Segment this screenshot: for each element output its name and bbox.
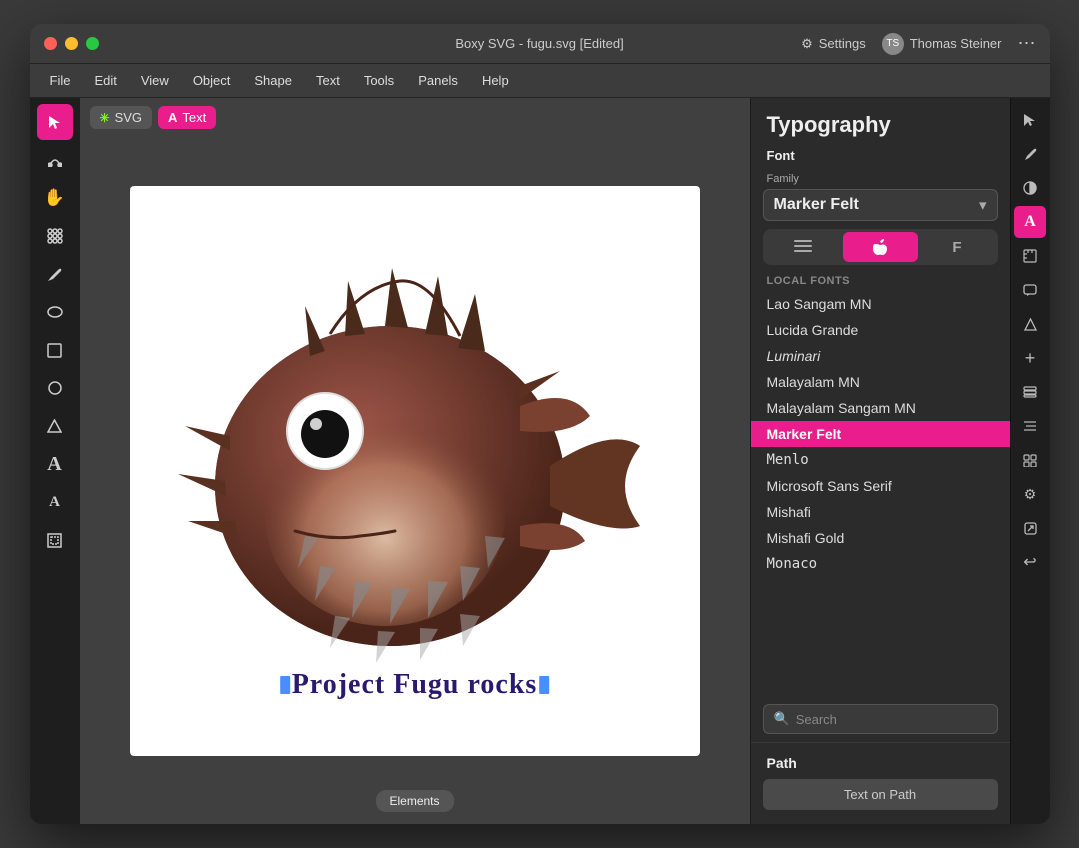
font-list: LOCAL FONTS Lao Sangam MN Lucida Grande … [751, 271, 1010, 698]
font-tab-google[interactable]: F [920, 232, 995, 262]
font-section-title: Font [751, 144, 1010, 169]
menu-edit[interactable]: Edit [84, 69, 126, 92]
select-tool[interactable] [37, 104, 73, 140]
traffic-lights [44, 37, 99, 50]
gear-right-icon[interactable]: ⚙ [1014, 478, 1046, 510]
menu-file[interactable]: File [40, 69, 81, 92]
font-tab-list[interactable] [766, 232, 841, 262]
family-label: Family [751, 169, 1010, 189]
local-fonts-label: LOCAL FONTS [751, 271, 1010, 291]
menu-panels[interactable]: Panels [408, 69, 468, 92]
text-tool[interactable]: A [37, 446, 73, 482]
font-source-tabs: F [763, 229, 998, 265]
plus-right-icon[interactable]: + [1014, 342, 1046, 374]
settings-icon: ⚙ [801, 36, 813, 52]
text-on-path-button[interactable]: Text on Path [763, 779, 998, 810]
left-text-handle[interactable] [280, 676, 290, 694]
right-text-handle[interactable] [539, 676, 549, 694]
drawing-canvas[interactable]: Project Fugu rocks [130, 186, 700, 756]
right-icon-toolbar: A + ⚙ ↩ [1010, 98, 1050, 824]
menu-view[interactable]: View [131, 69, 179, 92]
tab-text[interactable]: A Text [158, 106, 216, 129]
text-small-tool[interactable]: A [37, 484, 73, 520]
main-content: ✋ A A [30, 98, 1050, 824]
pen-right-icon[interactable] [1014, 138, 1046, 170]
font-item-2[interactable]: Luminari [751, 343, 1010, 369]
app-window: Boxy SVG - fugu.svg [Edited] ⚙ Settings … [30, 24, 1050, 824]
pen-tool[interactable] [37, 256, 73, 292]
export-right-icon[interactable] [1014, 512, 1046, 544]
minimize-button[interactable] [65, 37, 78, 50]
close-button[interactable] [44, 37, 57, 50]
path-section-title: Path [751, 753, 1010, 779]
library-right-icon[interactable] [1014, 444, 1046, 476]
canvas-text[interactable]: Project Fugu rocks [290, 669, 540, 701]
font-item-3[interactable]: Malayalam MN [751, 369, 1010, 395]
canvas-area[interactable]: ✳ SVG A Text [80, 98, 750, 824]
align-right-icon[interactable] [1014, 410, 1046, 442]
font-family-dropdown[interactable]: Marker Felt ▾ [763, 189, 998, 221]
window-title: Boxy SVG - fugu.svg [Edited] [455, 36, 623, 51]
node-tool[interactable] [37, 142, 73, 178]
dropdown-chevron-icon: ▾ [979, 196, 987, 214]
search-input[interactable] [796, 712, 987, 727]
font-search-box[interactable]: 🔍 [763, 704, 998, 734]
menu-object[interactable]: Object [183, 69, 241, 92]
text-tab-icon: A [168, 110, 177, 125]
menu-bar: File Edit View Object Shape Text Tools P… [30, 64, 1050, 98]
bottom-bar: Elements [375, 790, 453, 812]
more-options-button[interactable]: ⋯ [1018, 33, 1036, 54]
user-button[interactable]: TS Thomas Steiner [882, 33, 1002, 55]
font-tab-apple[interactable] [843, 232, 918, 262]
search-icon: 🔍 [774, 711, 790, 727]
font-item-0[interactable]: Lao Sangam MN [751, 291, 1010, 317]
font-item-8[interactable]: Mishafi [751, 499, 1010, 525]
circle-tool[interactable] [37, 370, 73, 406]
font-item-4[interactable]: Malayalam Sangam MN [751, 395, 1010, 421]
settings-button[interactable]: ⚙ Settings [801, 36, 866, 52]
title-bar: Boxy SVG - fugu.svg [Edited] ⚙ Settings … [30, 24, 1050, 64]
title-bar-right: ⚙ Settings TS Thomas Steiner ⋯ [801, 33, 1035, 55]
panel-title: Typography [751, 98, 1010, 144]
typography-panel: Typography Font Family Marker Felt ▾ F [750, 98, 1010, 824]
menu-shape[interactable]: Shape [244, 69, 302, 92]
menu-text[interactable]: Text [306, 69, 350, 92]
typography-right-icon[interactable]: A [1014, 206, 1046, 238]
comment-right-icon[interactable] [1014, 274, 1046, 306]
hand-tool[interactable]: ✋ [37, 180, 73, 216]
triangle-tool[interactable] [37, 408, 73, 444]
maximize-button[interactable] [86, 37, 99, 50]
avatar: TS [882, 33, 904, 55]
path-section: Path Text on Path [751, 742, 1010, 824]
rect-tool[interactable] [37, 332, 73, 368]
menu-help[interactable]: Help [472, 69, 519, 92]
zoom-tool[interactable] [37, 218, 73, 254]
select-right-icon[interactable] [1014, 104, 1046, 136]
undo-right-icon[interactable]: ↩ [1014, 546, 1046, 578]
font-item-5[interactable]: Marker Felt [751, 421, 1010, 447]
layers-right-icon[interactable] [1014, 376, 1046, 408]
text-selection[interactable]: Project Fugu rocks [280, 669, 550, 701]
triangle-right-icon[interactable] [1014, 308, 1046, 340]
font-item-6[interactable]: Menlo [751, 447, 1010, 473]
font-item-7[interactable]: Microsoft Sans Serif [751, 473, 1010, 499]
tab-svg[interactable]: ✳ SVG [90, 106, 153, 129]
selected-font-name: Marker Felt [774, 196, 859, 214]
menu-tools[interactable]: Tools [354, 69, 404, 92]
font-item-10[interactable]: Monaco [751, 551, 1010, 577]
frame-tool[interactable] [37, 522, 73, 558]
ruler-right-icon[interactable] [1014, 240, 1046, 272]
font-item-1[interactable]: Lucida Grande [751, 317, 1010, 343]
svg-icon: ✳ [100, 111, 110, 125]
left-toolbar: ✋ A A [30, 98, 80, 824]
canvas-tabs: ✳ SVG A Text [90, 106, 217, 129]
elements-badge[interactable]: Elements [375, 790, 453, 812]
contrast-right-icon[interactable] [1014, 172, 1046, 204]
font-item-9[interactable]: Mishafi Gold [751, 525, 1010, 551]
ellipse-tool[interactable] [37, 294, 73, 330]
